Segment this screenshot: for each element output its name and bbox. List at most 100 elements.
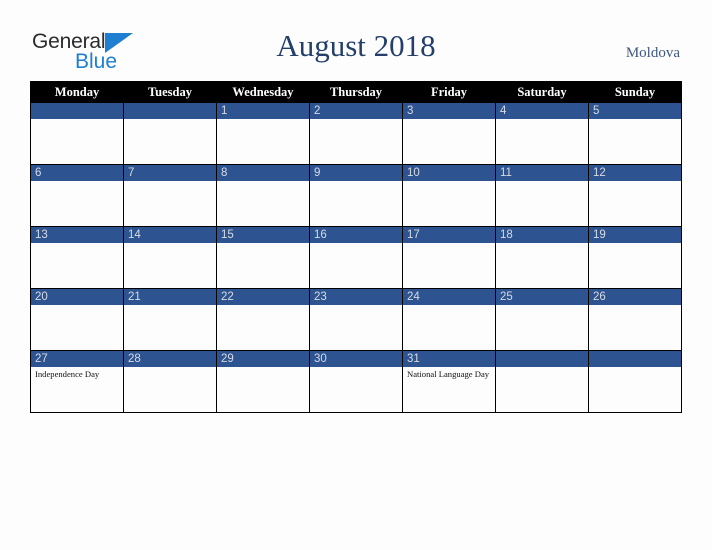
day-cell-inner: 19	[589, 227, 681, 288]
calendar-day-cell[interactable]: 16	[309, 226, 403, 289]
day-cell-inner: 21	[124, 289, 216, 350]
month-calendar-grid: Monday Tuesday Wednesday Thursday Friday…	[30, 81, 682, 413]
day-number: 12	[589, 165, 681, 181]
calendar-day-cell[interactable]: 12	[588, 164, 682, 227]
day-number: 2	[310, 103, 402, 119]
day-number: 3	[403, 103, 495, 119]
calendar-day-cell[interactable]: 24	[402, 288, 496, 351]
calendar-day-cell[interactable]: 9	[309, 164, 403, 227]
day-number	[31, 103, 123, 119]
day-events	[124, 119, 216, 121]
calendar-day-cell[interactable]: 17	[402, 226, 496, 289]
day-events	[124, 305, 216, 307]
day-events	[310, 367, 402, 369]
holiday-label: Independence Day	[35, 369, 100, 379]
day-cell-inner: 2	[310, 103, 402, 164]
day-number: 4	[496, 103, 588, 119]
calendar-day-cell[interactable]: 2	[309, 102, 403, 165]
day-number: 11	[496, 165, 588, 181]
day-number: 20	[31, 289, 123, 305]
day-events	[589, 119, 681, 121]
day-cell-inner: 31 National Language Day	[403, 351, 495, 412]
day-events	[403, 243, 495, 245]
day-number: 16	[310, 227, 402, 243]
weekday-header-tuesday: Tuesday	[123, 81, 217, 103]
calendar-day-cell[interactable]: 27 Independence Day	[30, 350, 124, 413]
day-number: 1	[217, 103, 309, 119]
day-number: 8	[217, 165, 309, 181]
day-events	[31, 181, 123, 183]
day-events	[31, 243, 123, 245]
calendar-day-cell[interactable]: 29	[216, 350, 310, 413]
calendar-day-cell[interactable]: 7	[123, 164, 217, 227]
day-cell-inner: 11	[496, 165, 588, 226]
calendar-day-cell[interactable]: 15	[216, 226, 310, 289]
calendar-week-row: 12345	[30, 102, 682, 165]
calendar-day-cell[interactable]: 14	[123, 226, 217, 289]
day-cell-inner: 6	[31, 165, 123, 226]
day-events	[217, 181, 309, 183]
day-cell-inner: 4	[496, 103, 588, 164]
calendar-day-cell[interactable]: 6	[30, 164, 124, 227]
day-events	[124, 243, 216, 245]
day-number: 18	[496, 227, 588, 243]
calendar-day-cell[interactable]	[588, 350, 682, 413]
weekday-header-thursday: Thursday	[309, 81, 403, 103]
calendar-day-cell[interactable]: 21	[123, 288, 217, 351]
calendar-day-cell[interactable]: 11	[495, 164, 589, 227]
day-number: 25	[496, 289, 588, 305]
calendar-week-row: 27 Independence Day 28 29 30 31 National Langu…	[30, 350, 682, 413]
day-events	[217, 367, 309, 369]
day-events	[496, 119, 588, 121]
day-events	[589, 181, 681, 183]
calendar-day-cell[interactable]: 22	[216, 288, 310, 351]
calendar-day-cell[interactable]: 28	[123, 350, 217, 413]
day-number: 31	[403, 351, 495, 367]
day-events	[589, 243, 681, 245]
calendar-day-cell[interactable]: 30	[309, 350, 403, 413]
calendar-day-cell[interactable]	[123, 102, 217, 165]
calendar-week-row: 13 14 15 16 17 18 19	[30, 226, 682, 289]
day-number: 23	[310, 289, 402, 305]
day-number: 9	[310, 165, 402, 181]
day-events: Independence Day	[31, 367, 123, 380]
calendar-day-cell[interactable]: 3	[402, 102, 496, 165]
day-cell-inner: 30	[310, 351, 402, 412]
day-cell-inner: 24	[403, 289, 495, 350]
calendar-day-cell[interactable]: 19	[588, 226, 682, 289]
calendar-day-cell[interactable]: 4	[495, 102, 589, 165]
calendar-day-cell[interactable]: 26	[588, 288, 682, 351]
day-number: 26	[589, 289, 681, 305]
calendar-day-cell[interactable]	[30, 102, 124, 165]
calendar-day-cell[interactable]: 31 National Language Day	[402, 350, 496, 413]
calendar-day-cell[interactable]	[495, 350, 589, 413]
day-events	[496, 243, 588, 245]
day-cell-inner: 20	[31, 289, 123, 350]
calendar-day-cell[interactable]: 10	[402, 164, 496, 227]
day-events	[589, 367, 681, 369]
calendar-day-cell[interactable]: 18	[495, 226, 589, 289]
day-cell-inner: 8	[217, 165, 309, 226]
day-events	[310, 181, 402, 183]
day-cell-inner: 23	[310, 289, 402, 350]
calendar-day-cell[interactable]: 1	[216, 102, 310, 165]
day-cell-inner	[496, 351, 588, 412]
calendar-day-cell[interactable]: 8	[216, 164, 310, 227]
calendar-day-cell[interactable]: 13	[30, 226, 124, 289]
calendar-week-row: 6 7 8 9 10 11 12	[30, 164, 682, 227]
day-cell-inner	[31, 103, 123, 164]
calendar-day-cell[interactable]: 25	[495, 288, 589, 351]
day-events	[310, 119, 402, 121]
day-number: 14	[124, 227, 216, 243]
calendar-day-cell[interactable]: 5	[588, 102, 682, 165]
day-cell-inner: 3	[403, 103, 495, 164]
day-cell-inner: 15	[217, 227, 309, 288]
day-cell-inner: 7	[124, 165, 216, 226]
calendar-day-cell[interactable]: 20	[30, 288, 124, 351]
day-number: 24	[403, 289, 495, 305]
weekday-header-saturday: Saturday	[495, 81, 589, 103]
calendar-day-cell[interactable]: 23	[309, 288, 403, 351]
day-events	[31, 119, 123, 121]
day-events: National Language Day	[403, 367, 495, 380]
calendar-week-row: 20 21 22 23 24 25 26	[30, 288, 682, 351]
